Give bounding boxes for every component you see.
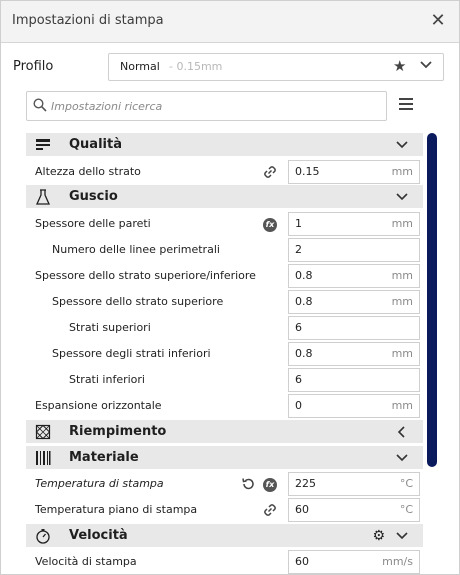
settings-list: Qualità Altezza dello strato 0.15 mm Gus… [26,133,423,574]
profile-name: Normal [120,60,160,73]
shell-icon [35,189,51,205]
scrollbar[interactable] [427,133,437,467]
field-value: 6 [295,373,302,386]
setting-row-bottom-layers: Strati inferiori 6 [26,367,423,393]
bottom-layers-field[interactable]: 6 [288,368,420,392]
link-icon[interactable] [263,165,277,179]
field-unit: mm [391,347,413,360]
setting-row-top-layers: Strati superiori 6 [26,315,423,341]
field-unit: mm/s [382,555,413,568]
field-value: 2 [295,243,302,256]
setting-label: Espansione orizzontale [35,399,162,412]
chevron-down-icon [396,532,408,540]
category-label: Guscio [69,189,118,204]
setting-row-horizontal-expansion: Espansione orizzontale 0 mm [26,393,423,419]
setting-row-top-thickness: Spessore dello strato superiore 0.8 mm [26,289,423,315]
chevron-down-icon [396,141,408,149]
setting-row-bottom-thickness: Spessore degli strati inferiori 0.8 mm [26,341,423,367]
setting-label: Spessore delle pareti [35,217,151,230]
field-unit: °C [399,477,413,490]
chevron-down-icon [420,61,432,69]
wall-thickness-field[interactable]: 1 mm [288,212,420,236]
setting-label: Altezza dello strato [35,165,141,178]
gear-icon[interactable]: ⚙ [372,528,385,544]
star-icon[interactable]: ★ [393,57,406,75]
search-input[interactable] [49,96,383,116]
chevron-down-icon [396,193,408,201]
horizontal-expansion-field[interactable]: 0 mm [288,394,420,418]
field-value: 1 [295,217,302,230]
field-unit: mm [391,399,413,412]
field-value: 60 [295,555,309,568]
setting-label: Spessore degli strati inferiori [52,347,211,360]
speed-icon [36,529,50,544]
bottom-thickness-field[interactable]: 0.8 mm [288,342,420,366]
setting-row-wall-line-count: Numero delle linee perimetrali 2 [26,237,423,263]
field-value: 0 [295,399,302,412]
field-value: 0.15 [295,165,320,178]
field-unit: mm [391,165,413,178]
profile-label: Profilo [13,59,54,74]
setting-row-bed-temperature: Temperatura piano di stampa 60 °C [26,497,423,523]
top-thickness-field[interactable]: 0.8 mm [288,290,420,314]
search-icon [33,98,47,112]
category-infill[interactable]: Riempimento [26,420,423,443]
menu-icon[interactable] [399,98,413,112]
print-speed-field[interactable]: 60 mm/s [288,550,420,574]
setting-label: Spessore dello strato superiore/inferior… [35,269,256,282]
setting-label: Temperatura di stampa [35,477,164,490]
infill-icon [35,424,51,440]
setting-row-print-speed: Velocità di stampa 60 mm/s [26,549,423,574]
category-label: Velocità [69,528,128,543]
field-value: 6 [295,321,302,334]
reset-icon[interactable] [241,477,255,491]
setting-row-layer-height: Altezza dello strato 0.15 mm [26,159,423,185]
field-value: 0.8 [295,347,313,360]
setting-label: Numero delle linee perimetrali [52,243,220,256]
category-quality[interactable]: Qualità [26,133,423,156]
category-material[interactable]: Materiale [26,446,423,469]
profile-select[interactable]: Normal - 0.15mm ★ [108,53,444,81]
category-speed[interactable]: Velocità ⚙ [26,524,423,547]
wall-line-count-field[interactable]: 2 [288,238,420,262]
setting-row-wall-thickness: Spessore delle pareti fx 1 mm [26,211,423,237]
function-icon[interactable]: fx [263,217,277,232]
setting-row-print-temperature: Temperatura di stampa fx 225 °C [26,471,423,497]
category-label: Materiale [69,450,139,465]
link-icon[interactable] [263,503,277,517]
material-icon [36,451,51,465]
setting-label: Strati inferiori [69,373,145,386]
category-shell[interactable]: Guscio [26,185,423,208]
layer-height-field[interactable]: 0.15 mm [288,160,420,184]
field-unit: mm [391,269,413,282]
window-title: Impostazioni di stampa [12,13,164,28]
top-layers-field[interactable]: 6 [288,316,420,340]
print-settings-panel: Impostazioni di stampa ✕ Profilo Normal … [0,0,460,575]
close-icon[interactable]: ✕ [427,10,449,32]
bed-temperature-field[interactable]: 60 °C [288,498,420,522]
chevron-left-icon [397,426,405,438]
chevron-down-icon [396,454,408,462]
field-value: 225 [295,477,316,490]
category-label: Riempimento [69,424,167,439]
top-bottom-thickness-field[interactable]: 0.8 mm [288,264,420,288]
field-unit: mm [391,217,413,230]
print-temperature-field[interactable]: 225 °C [288,472,420,496]
field-value: 0.8 [295,295,313,308]
search-box[interactable] [26,91,387,121]
category-label: Qualità [69,137,122,152]
setting-label: Spessore dello strato superiore [52,295,224,308]
setting-row-top-bottom-thickness: Spessore dello strato superiore/inferior… [26,263,423,289]
profile-detail: - 0.15mm [169,60,223,73]
setting-label: Velocità di stampa [35,555,137,568]
field-unit: °C [399,503,413,516]
field-value: 0.8 [295,269,313,282]
field-value: 60 [295,503,309,516]
setting-label: Temperatura piano di stampa [35,503,198,516]
setting-label: Strati superiori [69,321,151,334]
title-bar: Impostazioni di stampa ✕ [1,1,459,43]
quality-icon [36,139,50,150]
field-unit: mm [391,295,413,308]
function-icon[interactable]: fx [263,477,277,492]
